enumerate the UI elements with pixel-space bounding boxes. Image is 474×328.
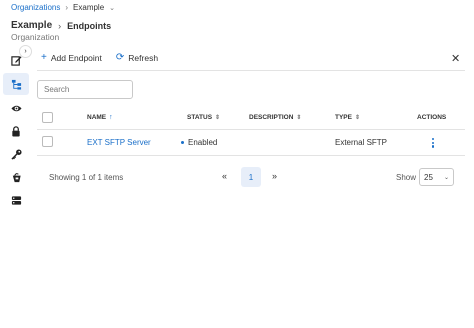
sort-icon: ⇕ (296, 115, 302, 121)
page-title-main: Example (11, 20, 53, 31)
page-size-label: Show (396, 173, 417, 182)
table-row-divider (37, 155, 465, 156)
search-input[interactable] (37, 80, 133, 99)
page-title: Example › Endpoints (11, 20, 111, 31)
column-header-actions: ACTIONS (417, 114, 447, 121)
sidebar-item-servers[interactable] (3, 189, 29, 211)
select-all-checkbox[interactable] (42, 112, 53, 123)
breadcrumb-current[interactable]: Example (73, 3, 104, 12)
add-endpoint-button[interactable]: + Add Endpoint (41, 52, 102, 64)
column-header-name[interactable]: NAME ↑ (87, 114, 113, 121)
status-dot-icon (181, 141, 184, 145)
edit-icon (10, 55, 22, 66)
page-title-section: Endpoints (67, 20, 112, 31)
table-row[interactable]: EXT SFTP Server Enabled External SFTP (37, 129, 465, 155)
column-header-status[interactable]: STATUS ⇕ (187, 114, 220, 121)
next-page-icon[interactable]: » (272, 171, 277, 181)
table-header: NAME ↑ STATUS ⇕ DESCRIPTION ⇕ TYPE ⇕ ACT… (37, 107, 465, 129)
toolbar-divider (37, 70, 465, 71)
chevron-down-icon: ⌄ (443, 174, 449, 181)
breadcrumb: Organizations › Example ⌄ (11, 3, 115, 12)
page-subtitle: Organization (11, 32, 60, 42)
sort-ascending-icon: ↑ (109, 114, 113, 121)
breadcrumb-separator: › (65, 3, 69, 12)
previous-page-icon[interactable]: « (222, 171, 227, 181)
title-separator: › (58, 20, 62, 31)
column-header-description[interactable]: DESCRIPTION ⇕ (249, 114, 301, 121)
breadcrumb-dropdown-icon[interactable]: ⌄ (109, 4, 115, 12)
sidebar-item-security[interactable] (3, 120, 29, 142)
pagination-summary: Showing 1 of 1 items (49, 173, 124, 182)
page-size-select[interactable]: 25 ⌄ (419, 168, 454, 186)
close-icon[interactable]: ✕ (451, 52, 460, 65)
hierarchy-icon (11, 79, 21, 90)
refresh-label: Refresh (128, 53, 159, 63)
endpoint-type: External SFTP (335, 138, 388, 147)
row-actions-kebab-icon[interactable] (431, 138, 435, 148)
sidebar-collapse-button[interactable]: › (19, 45, 32, 58)
refresh-button[interactable]: ⟳ Refresh (115, 52, 159, 64)
sidebar-item-keys[interactable] (3, 143, 29, 165)
sidebar-item-monitor[interactable] (3, 97, 29, 119)
page-number-button[interactable]: 1 (241, 167, 261, 187)
status-badge: Enabled (181, 138, 217, 147)
toolbar: + Add Endpoint ⟳ Refresh (41, 52, 159, 64)
lock-icon (12, 125, 20, 137)
sort-icon: ⇕ (354, 115, 361, 121)
page-size-value: 25 (424, 172, 433, 182)
refresh-icon: ⟳ (115, 52, 125, 63)
eye-icon (10, 105, 22, 111)
plus-icon: + (41, 52, 47, 63)
add-endpoint-label: Add Endpoint (50, 53, 102, 63)
bucket-icon (12, 172, 21, 182)
sidebar-item-endpoints[interactable] (3, 73, 29, 95)
sort-icon: ⇕ (215, 115, 221, 121)
endpoint-name-link[interactable]: EXT SFTP Server (87, 138, 151, 147)
server-icon (11, 195, 21, 205)
breadcrumb-organizations-link[interactable]: Organizations (11, 3, 60, 12)
sidebar-item-storage[interactable] (3, 166, 29, 188)
row-checkbox[interactable] (42, 136, 53, 147)
column-header-type[interactable]: TYPE ⇕ (335, 114, 360, 121)
key-icon (10, 148, 22, 160)
